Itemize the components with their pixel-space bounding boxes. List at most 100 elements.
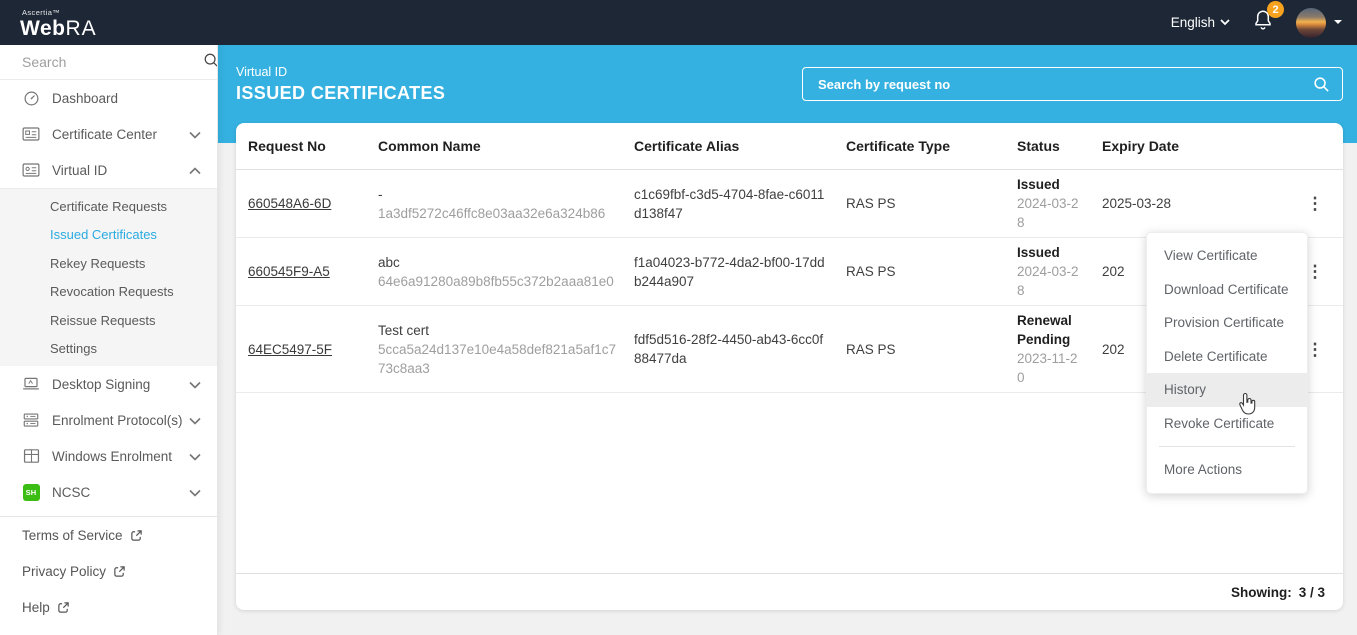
row-actions-kebab-button[interactable]: ⋮ [1303, 192, 1327, 216]
request-no-link[interactable]: 660545F9-A5 [248, 264, 330, 279]
column-header-status: Status [1017, 137, 1060, 154]
sidebar-item-dashboard[interactable]: Dashboard [0, 80, 217, 116]
about-link[interactable]: About [0, 625, 217, 635]
showing-label: Showing: [1230, 584, 1292, 600]
status-badge: Renewal Pending [1017, 313, 1072, 347]
sidebar-item-label: Reissue Requests [50, 312, 156, 328]
status-date: 2023-11-20 [1017, 351, 1078, 385]
sidebar-item-label: Windows Enrolment [52, 448, 173, 464]
ncsc-sh-icon: SH [22, 483, 40, 501]
page-title: ISSUED CERTIFICATES [236, 83, 446, 103]
sidebar-item-label: Certificate Center [52, 126, 158, 142]
sidebar-item-enrolment-protocols[interactable]: Enrolment Protocol(s) [0, 402, 217, 438]
link-label: Terms of Service [22, 527, 123, 543]
avatar [1296, 7, 1326, 38]
certificate-alias: c1c69fbf-c3d5-4704-8fae-c6011d138f47 [634, 186, 825, 221]
status-badge: Issued [1017, 177, 1060, 192]
sidebar-item-desktop-signing[interactable]: Desktop Signing [0, 366, 217, 402]
sidebar-item-label: Certificate Requests [50, 198, 168, 214]
privacy-policy-link[interactable]: Privacy Policy [0, 553, 217, 589]
column-header-common-name: Common Name [378, 137, 481, 154]
menu-item-view-certificate[interactable]: View Certificate [1147, 239, 1307, 273]
sidebar-item-label: Rekey Requests [50, 255, 146, 271]
request-no-link[interactable]: 660548A6-6D [248, 196, 331, 211]
brand-ra: RA [65, 16, 97, 40]
table-header-row: Request No Common Name Certificate Alias… [236, 123, 1343, 170]
chevron-down-icon [189, 127, 201, 142]
top-navbar: Ascertia™ WebRA English 2 [0, 0, 1357, 45]
sidebar-item-issued-certificates[interactable]: Issued Certificates [0, 221, 217, 250]
server-icon [22, 411, 40, 429]
brand-web: Web [20, 16, 66, 40]
table-row: 660548A6-6D - 1a3df5272c46ffc8e03aa32e6a… [236, 170, 1343, 238]
request-search-box [802, 67, 1343, 101]
menu-item-provision-certificate[interactable]: Provision Certificate [1147, 306, 1307, 340]
chevron-down-icon [189, 377, 201, 392]
menu-item-revoke-certificate[interactable]: Revoke Certificate [1147, 407, 1307, 441]
language-label: English [1170, 15, 1215, 30]
status-badge: Issued [1017, 245, 1060, 260]
sidebar-item-label: Desktop Signing [52, 376, 151, 392]
certificate-alias: fdf5d516-28f2-4450-ab43-6cc0f88477da [634, 332, 824, 366]
language-selector[interactable]: English [1171, 15, 1230, 30]
sidebar-item-reissue-requests[interactable]: Reissue Requests [0, 306, 217, 335]
virtual-id-submenu: Certificate Requests Issued Certificates… [0, 188, 217, 366]
table-footer: Showing: 3 / 3 [236, 573, 1343, 610]
sidebar-item-rekey-requests[interactable]: Rekey Requests [0, 249, 217, 278]
request-no-link[interactable]: 64EC5497-5F [248, 342, 332, 357]
dashboard-icon [22, 89, 40, 107]
sidebar-item-label: Virtual ID [52, 162, 108, 178]
column-header-expiry-date: Expiry Date [1102, 137, 1180, 154]
sidebar-item-certificate-requests[interactable]: Certificate Requests [0, 192, 217, 221]
sidebar-item-revocation-requests[interactable]: Revocation Requests [0, 278, 217, 307]
search-icon [203, 52, 217, 73]
external-link-icon [130, 529, 143, 542]
id-card-icon [22, 125, 40, 143]
menu-item-delete-certificate[interactable]: Delete Certificate [1147, 340, 1307, 374]
sidebar-search [0, 45, 217, 80]
terms-of-service-link[interactable]: Terms of Service [0, 517, 217, 553]
sidebar-item-label: NCSC [52, 484, 91, 500]
brand-logo[interactable]: Ascertia™ WebRA [20, 6, 97, 39]
ncsc-badge-text: SH [22, 483, 40, 501]
certificate-type: RAS PS [846, 341, 896, 357]
request-search-input[interactable] [818, 76, 1313, 92]
chevron-down-icon [1333, 19, 1343, 26]
sidebar: Dashboard Certificate Center Virtual ID … [0, 45, 218, 635]
chevron-down-icon [189, 413, 201, 428]
status-date: 2024-03-28 [1017, 196, 1079, 230]
sidebar-item-virtual-id[interactable]: Virtual ID [0, 152, 217, 188]
chevron-down-icon [189, 485, 201, 500]
user-menu[interactable] [1296, 7, 1343, 38]
sidebar-search-input[interactable] [22, 54, 203, 70]
menu-item-more-actions[interactable]: More Actions [1147, 453, 1307, 487]
sidebar-item-label: Dashboard [52, 90, 119, 106]
common-name-hash: 1a3df5272c46ffc8e03aa32e6a324b86 [378, 205, 606, 221]
sidebar-item-certificate-center[interactable]: Certificate Center [0, 116, 217, 152]
search-icon[interactable] [1313, 76, 1330, 93]
common-name-hash: 64e6a91280a89b8fb55c372b2aaa81e0 [378, 273, 614, 289]
column-header-request-no: Request No [248, 137, 326, 154]
menu-divider [1159, 446, 1295, 447]
expiry-date: 2025-03-28 [1102, 196, 1172, 211]
external-link-icon [113, 565, 126, 578]
menu-item-history[interactable]: History [1147, 373, 1307, 407]
common-name: Test cert [378, 322, 430, 338]
certificate-type: RAS PS [846, 264, 896, 279]
sidebar-item-windows-enrolment[interactable]: Windows Enrolment [0, 438, 217, 474]
breadcrumb: Virtual ID [236, 65, 288, 79]
link-label: Privacy Policy [22, 563, 107, 579]
notifications-button[interactable]: 2 [1252, 1, 1284, 37]
chevron-down-icon [189, 449, 201, 464]
sidebar-item-ncsc[interactable]: SH NCSC [0, 474, 217, 510]
menu-item-download-certificate[interactable]: Download Certificate [1147, 273, 1307, 307]
row-actions-context-menu: View Certificate Download Certificate Pr… [1146, 232, 1308, 494]
laptop-signing-icon [22, 375, 40, 393]
showing-count: 3 / 3 [1298, 584, 1325, 600]
certificate-type: RAS PS [846, 196, 896, 211]
common-name-hash: 5cca5a24d137e10e4a58def821a5af1c773c8aa3 [378, 341, 616, 376]
id-card-icon [22, 161, 40, 179]
sidebar-item-settings[interactable]: Settings [0, 335, 217, 364]
help-link[interactable]: Help [0, 589, 217, 625]
column-header-certificate-type: Certificate Type [846, 137, 950, 154]
